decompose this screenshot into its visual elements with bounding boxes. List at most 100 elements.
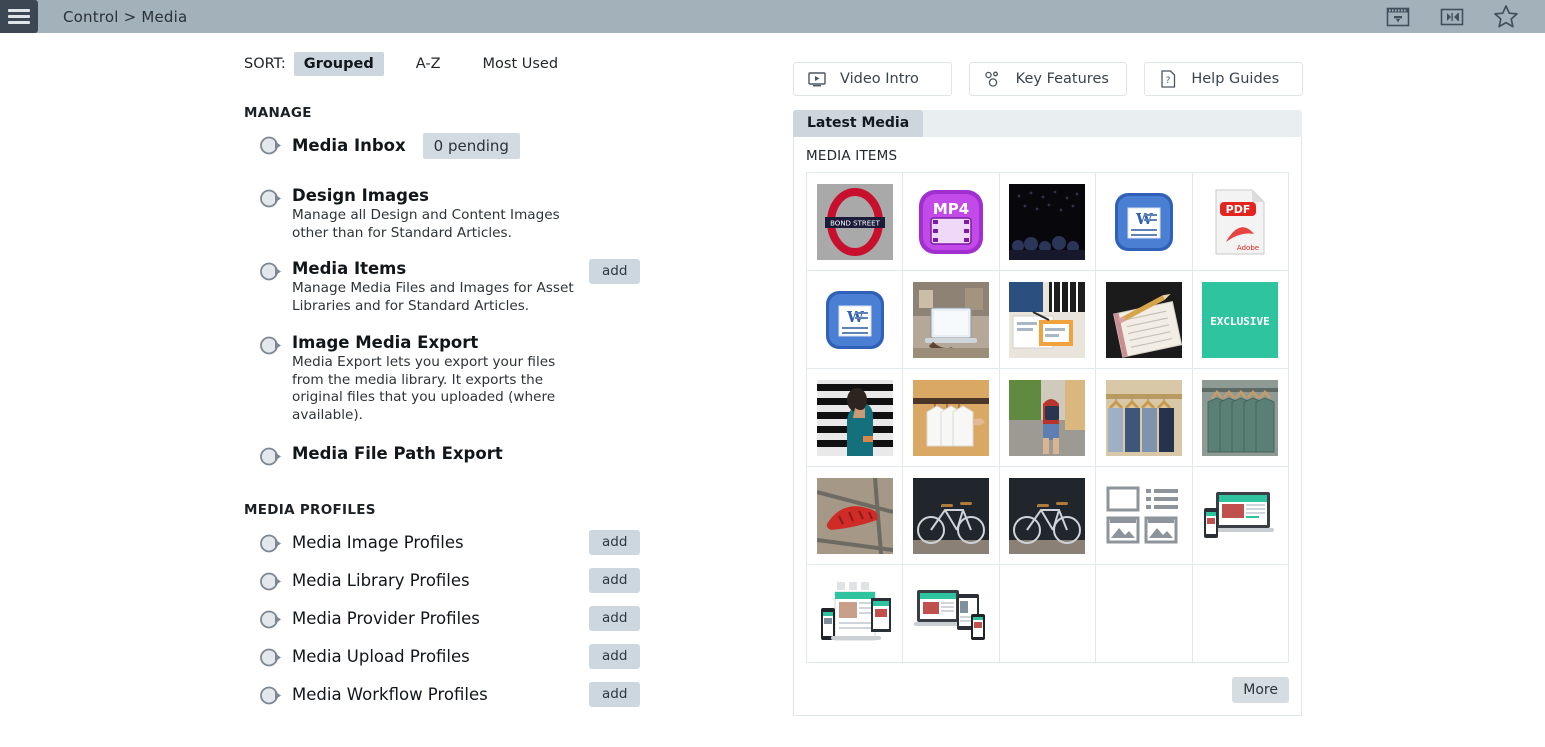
help-document-icon: ? [1158,69,1178,89]
meeting-papers-thumb [1009,281,1086,358]
media-item-cell[interactable] [1096,467,1193,565]
more-row: More [806,677,1289,703]
add-media-image-profile-button[interactable]: add [589,530,641,555]
concert-crowd-thumb [1009,183,1086,260]
favourite-star-icon[interactable] [1493,5,1519,28]
street-backpack-thumb [1009,379,1086,456]
exclusive-banner-thumb: EXCLUSIVE [1202,281,1279,358]
media-item-cell[interactable] [999,271,1097,369]
media-item-cell[interactable] [903,271,1000,369]
list-item-label: Design Images [292,186,429,205]
responsive-devices-laptop-thumb [1202,478,1278,554]
media-item-cell[interactable]: PDF Adobe [1192,173,1289,271]
action-button-row: Video Intro Key Features ? Help Guides [793,62,1304,96]
media-item-cell[interactable] [1096,369,1193,467]
sort-option-most-used[interactable]: Most Used [473,52,569,76]
sort-row: SORT: Grouped A-Z Most Used [244,50,764,78]
key-features-label: Key Features [1015,71,1109,87]
list-item-image-media-export[interactable]: Image Media Export Media Export lets you… [244,333,764,424]
breadcrumb: Control > Media [63,7,188,26]
tab-latest-media[interactable]: Latest Media [793,110,924,137]
media-item-cell[interactable] [903,467,1000,565]
media-item-cell[interactable] [903,565,1000,663]
add-media-item-button[interactable]: add [589,259,641,284]
empty-cell [1096,565,1193,663]
section-heading-media-profiles: MEDIA PROFILES [244,502,376,518]
hamburger-menu-icon[interactable] [0,0,38,33]
list-item-label: Media Provider Profiles [292,609,480,628]
svg-text:PDF: PDF [1226,203,1251,216]
bullet-circle-icon [260,610,282,629]
list-item-label: Media Items [292,259,407,278]
more-button[interactable]: More [1232,677,1289,703]
list-item-label: Media Inbox [292,136,406,155]
bullet-circle-icon [260,136,282,155]
list-item-media-file-path-export[interactable]: Media File Path Export [244,444,764,466]
responsive-devices-tablet-thumb [913,576,989,652]
list-item-media-workflow-profiles[interactable]: Media Workflow Profiles add [244,682,764,707]
list-item-media-library-profiles[interactable]: Media Library Profiles add [244,568,764,593]
status-badge-pending: 0 pending [422,133,520,159]
svg-text:MP4: MP4 [933,200,969,218]
green-tshirts-rail-thumb [1202,379,1279,456]
white-shirts-hanger-thumb [913,379,990,456]
media-item-cell[interactable] [999,369,1097,467]
list-item-media-image-profiles[interactable]: Media Image Profiles add [244,530,764,555]
sort-option-az[interactable]: A-Z [406,52,451,76]
key-features-button[interactable]: Key Features [968,62,1128,96]
bullet-circle-icon [260,262,282,281]
left-column: SORT: Grouped A-Z Most Used MANAGE Media… [244,50,764,707]
media-item-cell[interactable] [807,369,904,467]
svg-text:BOND STREET: BOND STREET [830,219,880,227]
list-item-label: Media Workflow Profiles [292,685,488,704]
add-media-library-profile-button[interactable]: add [589,568,641,593]
list-item-description: Manage Media Files and Images for Asset … [292,280,574,314]
media-item-cell[interactable]: W [1096,173,1193,271]
top-bar: Control > Media [0,0,1545,33]
video-intro-button[interactable]: Video Intro [793,62,952,96]
media-item-cell[interactable]: BOND STREET [807,173,904,271]
bicycle-dark-wall-thumb [1009,477,1086,554]
list-item-media-provider-profiles[interactable]: Media Provider Profiles add [244,606,764,631]
pdf-file-icon: PDF Adobe [1202,184,1278,260]
add-media-workflow-profile-button[interactable]: add [589,682,641,707]
bullet-circle-icon [260,447,282,466]
list-item-media-inbox[interactable]: Media Inbox 0 pending [244,133,764,159]
red-bike-helmet-thumb [816,477,894,554]
mp4-file-icon: MP4 [913,184,989,260]
help-guides-button[interactable]: ? Help Guides [1144,62,1304,96]
right-column: Video Intro Key Features ? Help Guides L… [793,62,1304,716]
sort-label: SORT: [244,56,286,72]
media-item-cell[interactable] [1096,271,1193,369]
hamburger-bar [8,15,30,18]
media-item-cell[interactable]: MP4 [903,173,1000,271]
media-item-cell[interactable] [903,369,1000,467]
list-item-label: Media Library Profiles [292,571,470,590]
svg-text:Adobe: Adobe [1237,244,1259,252]
section-heading-manage: MANAGE [244,105,312,121]
media-item-cell[interactable]: W [807,271,904,369]
add-media-upload-profile-button[interactable]: add [589,644,641,669]
media-item-cell[interactable] [807,565,904,663]
media-item-cell[interactable] [807,467,904,565]
list-item-media-upload-profiles[interactable]: Media Upload Profiles add [244,644,764,669]
add-media-provider-profile-button[interactable]: add [589,606,641,631]
bullet-circle-icon [260,572,282,591]
svg-text:EXCLUSIVE: EXCLUSIVE [1210,315,1270,328]
list-item-label: Image Media Export [292,333,479,352]
media-item-cell[interactable] [1192,369,1289,467]
media-item-cell[interactable] [1192,467,1289,565]
media-panel-icon[interactable] [1385,6,1411,28]
media-item-cell[interactable] [999,173,1097,271]
list-item-design-images[interactable]: Design Images Manage all Design and Cont… [244,186,764,242]
gallery-placeholder-icon [1106,478,1182,554]
sort-option-grouped[interactable]: Grouped [293,52,384,76]
panel-tab-strip: Latest Media [793,110,1302,137]
latest-media-panel: Latest Media MEDIA ITEMS BOND STREET MP4 W… [793,110,1302,716]
media-item-cell[interactable]: EXCLUSIVE [1192,271,1289,369]
navigation-arrows-icon[interactable] [1439,6,1465,28]
bullet-circle-icon [260,686,282,705]
list-item-media-items[interactable]: Media Items Manage Media Files and Image… [244,259,764,315]
media-item-cell[interactable] [999,467,1097,565]
panel-caption: MEDIA ITEMS [806,148,898,164]
